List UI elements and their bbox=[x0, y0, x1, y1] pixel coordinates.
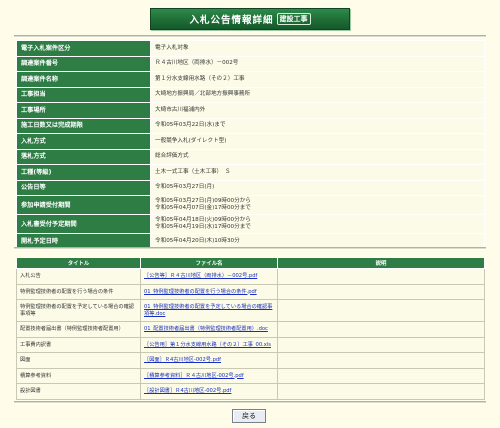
info-label: 工事担当 bbox=[16, 86, 151, 103]
file-cell: ［公告等］Ｒ４古川地区（両排水）－002号.pdf bbox=[140, 268, 278, 285]
file-row: 特例監理技術者の配置を行う場合の条件 01_特例監理技術者の配置を行う場合の条件.… bbox=[16, 283, 485, 300]
info-label: 工種(等級) bbox=[16, 164, 151, 181]
info-value: 大崎地方振興局／北部地方振興事務所 bbox=[150, 86, 485, 103]
file-download-link[interactable]: 01_特例監理技術者の配置を予定している場合の確認事項等.doc bbox=[144, 304, 272, 317]
info-label: 工事場所 bbox=[16, 102, 151, 119]
file-description bbox=[277, 352, 485, 369]
page-title-banner: 入札公告情報詳細 建設工事 bbox=[150, 8, 350, 30]
column-header-title: タイトル bbox=[16, 257, 141, 269]
info-value: 大崎市古川福浦内外 bbox=[150, 102, 485, 119]
info-label: 調達案件番号 bbox=[16, 55, 151, 72]
file-cell: 01_特例監理技術者の配置を行う場合の条件.pdf bbox=[140, 283, 278, 300]
file-download-link[interactable]: ［設計図書］Ｒ4古川地区-002号.pdf bbox=[144, 388, 231, 394]
info-row: 調達案件番号 Ｒ４古川地区（両排水）－002号 bbox=[16, 55, 485, 72]
info-value: 令和05年04月18日(火)09時00分から 令和05年04月19日(水)17時0… bbox=[150, 214, 485, 234]
info-label: 参加申請受付期間 bbox=[16, 195, 151, 215]
info-value-line: 令和05年04月07日(金)17時00分まで bbox=[155, 205, 251, 211]
info-row: 工事担当 大崎地方振興局／北部地方振興事務所 bbox=[16, 86, 485, 103]
file-cell: ［公告用］第１分水支線用水路（その２）工事_00.xls bbox=[140, 336, 278, 353]
back-button[interactable]: 戻る bbox=[232, 409, 266, 423]
file-cell: 01_特例監理技術者の配置を予定している場合の確認事項等.doc bbox=[140, 299, 278, 322]
file-title: 図面 bbox=[16, 352, 141, 369]
info-label: 入札書受付予定期間 bbox=[16, 214, 151, 234]
column-header-description: 説明 bbox=[277, 257, 485, 269]
file-cell: 01_配置技術者届出書（特例監理技術者配置用）.doc bbox=[140, 321, 278, 338]
file-cell: ［設計図書］Ｒ4古川地区-002号.pdf bbox=[140, 383, 278, 400]
info-value-line: 令和05年03月27日(月)09時00分から bbox=[155, 198, 251, 204]
file-description bbox=[277, 283, 485, 300]
info-value: 令和05年03月27日(月) bbox=[150, 179, 485, 196]
info-label: 落札方式 bbox=[16, 148, 151, 165]
middle-separator bbox=[14, 247, 486, 250]
file-row: 入札公告 ［公告等］Ｒ４古川地区（両排水）－002号.pdf bbox=[16, 268, 485, 285]
file-row: 積算参考資料 ［積算参考資料］Ｒ４古川地区-002号.pdf bbox=[16, 367, 485, 384]
info-label: 施工日数又は完成期限 bbox=[16, 117, 151, 134]
file-description bbox=[277, 321, 485, 338]
file-row: 図面 ［図面］Ｒ4古川地区-002号.pdf bbox=[16, 352, 485, 369]
info-table: 電子入札案件区分 電子入札対象 調達案件番号 Ｒ４古川地区（両排水）－002号 調達案件… bbox=[16, 40, 485, 250]
info-row: 公告日等 令和05年03月27日(月) bbox=[16, 179, 485, 196]
file-download-link[interactable]: ［公告等］Ｒ４古川地区（両排水）－002号.pdf bbox=[144, 273, 257, 279]
info-value: 電子入札対象 bbox=[150, 40, 485, 57]
info-value: 令和05年03月22日(水)まで bbox=[150, 117, 485, 134]
info-row: 電子入札案件区分 電子入札対象 bbox=[16, 40, 485, 57]
file-description bbox=[277, 336, 485, 353]
info-label: 入札方式 bbox=[16, 133, 151, 150]
info-row: 落札方式 総合評価方式 bbox=[16, 148, 485, 165]
file-cell: ［積算参考資料］Ｒ４古川地区-002号.pdf bbox=[140, 367, 278, 384]
info-row: 入札書受付予定期間 令和05年04月18日(火)09時00分から 令和05年04月1… bbox=[16, 214, 485, 234]
info-label: 電子入札案件区分 bbox=[16, 40, 151, 57]
file-title: 特例監理技術者の配置を行う場合の条件 bbox=[16, 283, 141, 300]
file-row: 工事費内訳書 ［公告用］第１分水支線用水路（その２）工事_00.xls bbox=[16, 336, 485, 353]
info-value: 第１分水支線用水路（その２）工事 bbox=[150, 71, 485, 88]
info-row: 施工日数又は完成期限 令和05年03月22日(水)まで bbox=[16, 117, 485, 134]
info-value-line: 令和05年04月19日(水)17時00分まで bbox=[155, 224, 251, 230]
page-subtitle-badge: 建設工事 bbox=[276, 13, 311, 25]
files-table: タイトル ファイル名 説明 入札公告 ［公告等］Ｒ４古川地区（両排水）－002号.… bbox=[16, 257, 485, 400]
info-value: 土木一式工事（土木工事） Ｓ bbox=[150, 164, 485, 181]
file-row: 配置技術者届出書（特例監理技術者配置用） 01_配置技術者届出書（特例監理技術者配… bbox=[16, 321, 485, 338]
info-row: 工事場所 大崎市古川福浦内外 bbox=[16, 102, 485, 119]
file-download-link[interactable]: ［図面］Ｒ4古川地区-002号.pdf bbox=[144, 357, 221, 363]
column-header-filename: ファイル名 bbox=[140, 257, 278, 269]
file-title: 工事費内訳書 bbox=[16, 336, 141, 353]
file-download-link[interactable]: ［公告用］第１分水支線用水路（その２）工事_00.xls bbox=[144, 342, 271, 348]
file-cell: ［図面］Ｒ4古川地区-002号.pdf bbox=[140, 352, 278, 369]
info-value: Ｒ４古川地区（両排水）－002号 bbox=[150, 55, 485, 72]
file-download-link[interactable]: 01_特例監理技術者の配置を行う場合の条件.pdf bbox=[144, 289, 257, 295]
file-download-link[interactable]: 01_配置技術者届出書（特例監理技術者配置用）.doc bbox=[144, 326, 268, 332]
file-description bbox=[277, 383, 485, 400]
file-description bbox=[277, 367, 485, 384]
file-download-link[interactable]: ［積算参考資料］Ｒ４古川地区-002号.pdf bbox=[144, 373, 244, 379]
info-value: 総合評価方式 bbox=[150, 148, 485, 165]
info-label: 調達案件名称 bbox=[16, 71, 151, 88]
top-separator bbox=[14, 35, 486, 38]
file-title: 積算参考資料 bbox=[16, 367, 141, 384]
bottom-separator bbox=[14, 401, 486, 404]
info-value: 一般競争入札(ダイレクト型) bbox=[150, 133, 485, 150]
files-header-row: タイトル ファイル名 説明 bbox=[16, 257, 485, 269]
info-value-line: 令和05年04月18日(火)09時00分から bbox=[155, 217, 251, 223]
file-title: 配置技術者届出書（特例監理技術者配置用） bbox=[16, 321, 141, 338]
info-row: 参加申請受付期間 令和05年03月27日(月)09時00分から 令和05年04月07… bbox=[16, 195, 485, 215]
page-title: 入札公告情報詳細 bbox=[189, 15, 274, 26]
file-description bbox=[277, 299, 485, 322]
file-title: 設計図書 bbox=[16, 383, 141, 400]
info-row: 工種(等級) 土木一式工事（土木工事） Ｓ bbox=[16, 164, 485, 181]
info-row: 調達案件名称 第１分水支線用水路（その２）工事 bbox=[16, 71, 485, 88]
info-value: 令和05年03月27日(月)09時00分から 令和05年04月07日(金)17時0… bbox=[150, 195, 485, 215]
file-title: 特例監理技術者の配置を予定している場合の確認事項等 bbox=[16, 299, 141, 322]
file-row: 設計図書 ［設計図書］Ｒ4古川地区-002号.pdf bbox=[16, 383, 485, 400]
file-row: 特例監理技術者の配置を予定している場合の確認事項等 01_特例監理技術者の配置を予… bbox=[16, 299, 485, 322]
info-label: 公告日等 bbox=[16, 179, 151, 196]
info-row: 入札方式 一般競争入札(ダイレクト型) bbox=[16, 133, 485, 150]
file-title: 入札公告 bbox=[16, 268, 141, 285]
file-description bbox=[277, 268, 485, 285]
